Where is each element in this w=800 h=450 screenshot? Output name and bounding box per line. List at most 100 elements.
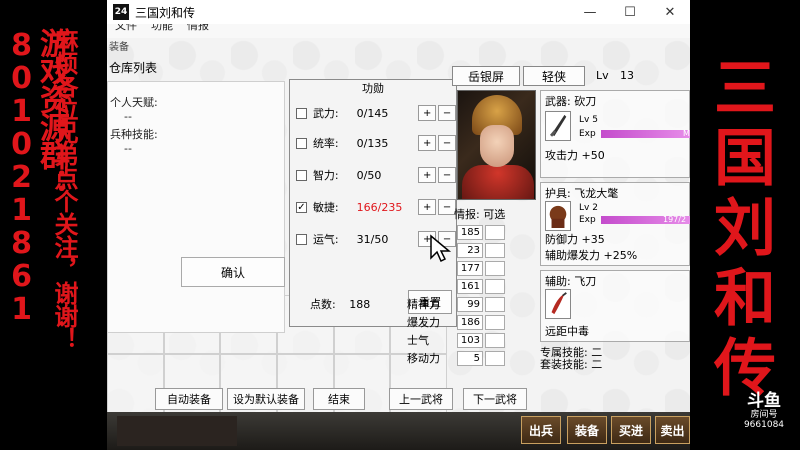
- merit-value: 0/145: [356, 106, 389, 120]
- stat-row: 精神力 99: [407, 296, 549, 312]
- game-equip-button[interactable]: 装备: [567, 416, 607, 444]
- minus-button[interactable]: −: [438, 105, 457, 121]
- merit-label: 敏捷:: [312, 201, 339, 214]
- stream-frame: 游戏资源群：801021861 麻烦各位兄弟点个关注，谢谢！ 三国刘和传 24 …: [0, 0, 800, 450]
- character-portrait: [457, 90, 536, 200]
- game-buy-button[interactable]: 买进: [611, 416, 651, 444]
- set-default-equip-button[interactable]: 设为默认装备: [227, 388, 305, 410]
- armor-exp-label: Exp: [579, 215, 596, 225]
- merit-row-agility: ✓ 敏捷: 166/235 + −: [296, 198, 457, 216]
- maximize-button[interactable]: ☐: [610, 0, 650, 24]
- tab-character-class[interactable]: 轻侠: [523, 66, 585, 86]
- merit-label: 统率:: [312, 137, 339, 150]
- douyu-logo: 斗鱼 房间号 9661084: [738, 392, 790, 440]
- stat-bonus-box: [485, 314, 505, 330]
- merit-checkbox[interactable]: [296, 137, 307, 149]
- stat-row: 士气 103: [407, 332, 549, 348]
- stat-bonus-box: [485, 224, 505, 240]
- right-banner-title: 三国刘和传: [703, 55, 776, 405]
- stat-value: 23: [457, 242, 483, 258]
- stat-value: 103: [457, 332, 483, 348]
- talent-panel: 个人天赋: -- 兵种技能: --: [107, 81, 285, 333]
- left-banner-follow: 麻烦各位兄弟点个关注，谢谢！: [50, 28, 78, 350]
- stat-label: 爆发力: [407, 316, 440, 329]
- app-icon: 24: [113, 4, 129, 20]
- stat-bonus-box: [485, 242, 505, 258]
- armor-bonus: 辅助爆发力 +25%: [545, 249, 638, 262]
- merit-checkbox-checked[interactable]: ✓: [296, 201, 307, 213]
- logo-room-number: 9661084: [743, 420, 785, 430]
- talent-label: 个人天赋:: [110, 96, 158, 109]
- armor-panel: 护具: 飞龙大氅 Lv 2 Exp 197/2 防御力 +35 辅助爆发力 +2…: [540, 182, 690, 266]
- menu-file[interactable]: 文件: [115, 24, 137, 34]
- merit-dialog-title: 功勋: [362, 82, 384, 95]
- stat-value: 99: [457, 296, 483, 312]
- level-label: Lv: [596, 69, 609, 82]
- stat-row: 185: [407, 224, 549, 240]
- armor-title: 护具: 飞龙大氅: [545, 187, 619, 200]
- game-deploy-button[interactable]: 出兵: [521, 416, 561, 444]
- logo-room-label: 房间号: [750, 410, 778, 420]
- merit-value: 0/50: [356, 168, 382, 182]
- stat-bonus-box: [485, 296, 505, 312]
- next-general-button[interactable]: 下一武将: [463, 388, 527, 410]
- game-window: 24 三国刘和传 — ☐ ✕ 文件 功能 情报 装备 仓库列表 个人天赋: --…: [107, 0, 690, 450]
- merit-checkbox[interactable]: [296, 233, 307, 245]
- stat-bonus-box: [485, 350, 505, 366]
- minus-button[interactable]: −: [438, 167, 457, 183]
- knife-icon[interactable]: [545, 289, 571, 319]
- merit-row-command: 统率: 0/135 + −: [296, 134, 457, 152]
- toolbar-label: 装备: [109, 42, 129, 53]
- merit-checkbox[interactable]: [296, 107, 307, 119]
- equipment-screen: 装备 仓库列表 个人天赋: -- 兵种技能: -- 确认 功勋 武力: 0/14…: [107, 38, 690, 450]
- menu-function[interactable]: 功能: [151, 24, 173, 34]
- logo-brand: 斗鱼: [747, 391, 781, 411]
- game-sell-button[interactable]: 卖出: [655, 416, 690, 444]
- weapon-panel: 武器: 砍刀 Lv 5 Exp M 攻击力 +50: [540, 90, 690, 178]
- sword-icon[interactable]: [545, 111, 571, 141]
- stat-label: 士气: [407, 334, 429, 347]
- weapon-attack: 攻击力 +50: [545, 149, 605, 162]
- weapon-title: 武器: 砍刀: [545, 95, 597, 108]
- prev-general-button[interactable]: 上一武将: [389, 388, 453, 410]
- stat-row: 爆发力 186: [407, 314, 549, 330]
- auto-equip-button[interactable]: 自动装备: [155, 388, 223, 410]
- confirm-button[interactable]: 确认: [181, 257, 285, 287]
- armor-level: Lv 2: [579, 203, 598, 213]
- stat-label: 精神力: [407, 298, 440, 311]
- merit-row-intellect: 智力: 0/50 + −: [296, 166, 457, 184]
- armor-icon[interactable]: [545, 201, 571, 231]
- level-value: 13: [620, 69, 634, 82]
- game-scene-dark-area: [117, 416, 237, 446]
- minimize-button[interactable]: —: [570, 0, 610, 24]
- stat-value: 177: [457, 260, 483, 276]
- points-value: 188: [349, 298, 371, 311]
- stat-row: 23: [407, 242, 549, 258]
- accessory-title: 辅助: 飞刀: [545, 275, 597, 288]
- end-button[interactable]: 结束: [313, 388, 365, 410]
- plus-button[interactable]: +: [418, 199, 437, 215]
- title-bar: 24 三国刘和传 — ☐ ✕: [107, 0, 690, 24]
- plus-button[interactable]: +: [418, 135, 437, 151]
- troop-skill-label: 兵种技能:: [110, 128, 158, 141]
- plus-button[interactable]: +: [418, 105, 437, 121]
- weapon-exp-bar: [601, 130, 690, 138]
- stat-bonus-box: [485, 260, 505, 276]
- stat-row: 161: [407, 278, 549, 294]
- merit-label: 智力:: [312, 169, 339, 182]
- merit-label: 武力:: [312, 107, 339, 120]
- menu-intel[interactable]: 情报: [187, 24, 209, 34]
- portrait-face: [480, 125, 514, 167]
- portrait-armor: [462, 165, 534, 199]
- minus-button[interactable]: −: [438, 135, 457, 151]
- armor-exp-value: 197/2: [663, 215, 687, 224]
- warehouse-title: 仓库列表: [109, 61, 158, 75]
- stat-row: 移动力 5: [407, 350, 549, 366]
- stat-bonus-box: [485, 332, 505, 348]
- plus-button[interactable]: +: [418, 167, 437, 183]
- stat-row: 177: [407, 260, 549, 276]
- weapon-exp-value: M: [683, 129, 690, 138]
- tab-character-name[interactable]: 岳银屏: [452, 66, 520, 86]
- close-button[interactable]: ✕: [650, 0, 690, 24]
- merit-checkbox[interactable]: [296, 169, 307, 181]
